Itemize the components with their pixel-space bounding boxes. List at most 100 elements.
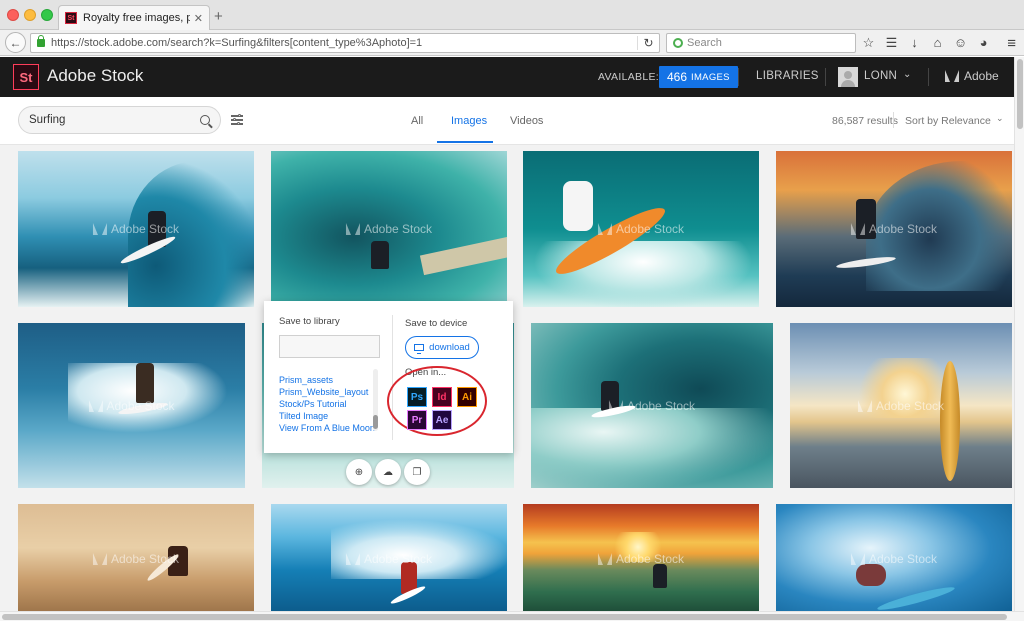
vertical-scrollbar[interactable] (1014, 57, 1024, 611)
browser-tab-bar: St Royalty free images, photos… ✕ + (0, 0, 1024, 30)
photoshop-icon[interactable]: Ps (407, 387, 427, 407)
chevron-down-icon[interactable]: ⌄ (903, 69, 911, 80)
image-thumbnail[interactable]: Adobe Stock (531, 323, 773, 488)
image-thumbnail[interactable]: Adobe Stock (18, 504, 254, 611)
watermark: Adobe Stock (92, 222, 179, 236)
adobe-watermark-icon (92, 223, 107, 235)
library-item[interactable]: Stock/Ps Tutorial (279, 398, 374, 410)
adobe-watermark-icon (850, 553, 865, 565)
arrow-left-icon: ← (9, 35, 22, 50)
header-divider (825, 68, 826, 86)
watermark: Adobe Stock (345, 222, 432, 236)
lock-icon (37, 35, 45, 47)
reload-icon[interactable]: ↻ (637, 36, 659, 50)
premiere-icon[interactable]: Pr (407, 410, 427, 430)
save-to-library-heading: Save to library (279, 316, 340, 327)
search-filter-bar: Surfing All Images Videos 86,587 results… (0, 97, 1014, 145)
popover-divider (392, 315, 393, 440)
adobe-watermark-icon (92, 553, 107, 565)
browser-search-field[interactable]: Search (666, 33, 856, 53)
save-options-popover: Save to library Prism_assets Prism_Websi… (264, 301, 513, 453)
adobe-logo-icon (945, 70, 959, 82)
search-value: Surfing (29, 114, 66, 126)
find-similar-icon[interactable]: ❐ (404, 459, 430, 485)
close-tab-icon[interactable]: ✕ (194, 12, 203, 25)
avatar[interactable] (838, 67, 858, 87)
image-thumbnail[interactable]: Adobe Stock (18, 151, 254, 307)
watermark: Adobe Stock (850, 222, 937, 236)
image-thumbnail[interactable]: Adobe Stock (271, 151, 507, 307)
sort-select[interactable]: Sort by Relevance (905, 115, 991, 127)
library-scrollbar[interactable] (373, 369, 378, 431)
watermark: Adobe Stock (857, 399, 944, 413)
search-input[interactable]: Surfing (18, 106, 221, 134)
adobe-watermark-icon (850, 223, 865, 235)
library-item[interactable]: Tilted Image (279, 410, 374, 422)
tab-images[interactable]: Images (451, 115, 487, 127)
horizontal-scrollbar[interactable] (0, 611, 1024, 621)
images-count: 466 (667, 70, 688, 84)
image-thumbnail[interactable]: Adobe Stock (776, 504, 1012, 611)
adobe-watermark-icon (597, 553, 612, 565)
image-thumbnail[interactable]: Adobe Stock (790, 323, 1012, 488)
extension-icon[interactable]: ◕ (975, 34, 992, 51)
cloud-upload-icon[interactable]: ☁ (375, 459, 401, 485)
close-window-button[interactable] (7, 9, 19, 21)
image-thumbnail[interactable]: Adobe Stock (271, 504, 507, 611)
browser-tab[interactable]: St Royalty free images, photos… ✕ (58, 5, 210, 30)
download-label: download (429, 342, 470, 353)
download-button[interactable]: download (405, 336, 479, 359)
adobe-label: Adobe (964, 69, 999, 83)
library-search-input[interactable] (279, 335, 380, 358)
libraries-link[interactable]: LIBRARIES (756, 70, 819, 82)
brand-name[interactable]: Adobe Stock (47, 66, 143, 86)
library-item[interactable]: View From A Blue Moon (279, 422, 375, 434)
hamburger-menu-icon[interactable]: ≡ (1007, 35, 1016, 52)
search-icon[interactable] (200, 115, 210, 125)
browser-nav-bar: ← https://stock.adobe.com/search?k=Surfi… (0, 30, 1024, 56)
adobe-watermark-icon (857, 399, 872, 412)
url-text: https://stock.adobe.com/search?k=Surfing… (51, 37, 423, 49)
adobe-logo[interactable]: Adobe (945, 69, 999, 83)
bookmark-star-icon[interactable]: ☆ (860, 34, 877, 51)
filters-icon[interactable] (231, 113, 243, 125)
watermark: Adobe Stock (597, 552, 684, 566)
chevron-down-icon[interactable]: ⌄ (996, 113, 1004, 124)
tab-videos[interactable]: Videos (510, 115, 543, 127)
reading-list-icon[interactable]: ☰ (883, 34, 900, 51)
new-tab-button[interactable]: + (214, 8, 223, 25)
user-menu[interactable]: LONN (864, 70, 897, 82)
home-icon[interactable]: ⌂ (929, 34, 946, 51)
library-item[interactable]: Prism_assets (279, 374, 374, 386)
indesign-icon[interactable]: Id (432, 387, 452, 407)
watermark: Adobe Stock (850, 552, 937, 566)
minimize-window-button[interactable] (24, 9, 36, 21)
tab-all[interactable]: All (411, 115, 423, 127)
download-arrow-icon[interactable]: ↓ (906, 34, 923, 51)
adobe-watermark-icon (345, 553, 360, 565)
library-item[interactable]: Prism_Website_layout (279, 386, 374, 398)
add-to-cart-icon[interactable]: ⊕ (346, 459, 372, 485)
save-to-device-heading: Save to device (405, 318, 468, 329)
image-thumbnail[interactable]: Adobe Stock (523, 151, 759, 307)
illustrator-icon[interactable]: Ai (457, 387, 477, 407)
adobe-watermark-icon (345, 223, 360, 235)
active-tab-indicator (437, 141, 493, 143)
image-thumbnail[interactable]: Adobe Stock (776, 151, 1012, 307)
adobe-stock-logo-icon[interactable]: St (13, 64, 39, 90)
images-available-badge[interactable]: 466 IMAGES (659, 66, 738, 88)
watermark: Adobe Stock (92, 552, 179, 566)
results-count: 86,587 results (832, 115, 898, 127)
browser-search-placeholder: Search (687, 37, 722, 49)
maximize-window-button[interactable] (41, 9, 53, 21)
aftereffects-icon[interactable]: Ae (432, 410, 452, 430)
images-label: IMAGES (691, 71, 730, 83)
adobe-stock-favicon-icon: St (65, 12, 77, 24)
url-bar[interactable]: https://stock.adobe.com/search?k=Surfing… (30, 33, 660, 53)
image-thumbnail[interactable]: Adobe Stock (18, 323, 245, 488)
image-thumbnail[interactable]: Adobe Stock (523, 504, 759, 611)
chat-icon[interactable]: ☺ (952, 34, 969, 51)
back-button[interactable]: ← (5, 32, 26, 53)
available-label: AVAILABLE: (598, 71, 659, 83)
tab-title: Royalty free images, photos… (83, 12, 190, 24)
